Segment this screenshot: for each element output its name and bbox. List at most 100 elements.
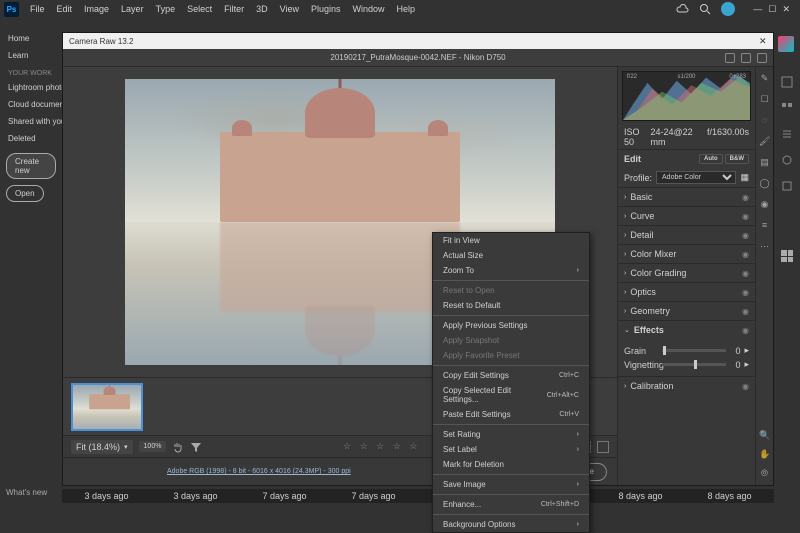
menu-layer[interactable]: Layer [116, 2, 149, 16]
menu-plugins[interactable]: Plugins [306, 2, 346, 16]
search-icon[interactable] [699, 3, 711, 15]
libraries-panel-icon[interactable] [781, 180, 793, 192]
file-info-link[interactable]: Adobe RGB (1998) - 8 bit - 6016 x 4016 (… [73, 468, 445, 475]
context-menu-item[interactable]: Paste Edit SettingsCtrl+V [433, 407, 589, 422]
menu-type[interactable]: Type [151, 2, 181, 16]
gradient-tool-icon[interactable]: ▤ [759, 157, 770, 168]
grain-slider[interactable]: Grain 0▸ [624, 345, 749, 356]
open-button[interactable]: Open [6, 185, 44, 202]
context-menu-item[interactable]: Set Rating› [433, 427, 589, 442]
context-menu-item[interactable]: Actual Size [433, 248, 589, 263]
section-effects[interactable]: ⌄Effects◉ [618, 320, 755, 339]
menu-file[interactable]: File [25, 2, 50, 16]
layers-grid-icon[interactable] [781, 250, 793, 262]
window-close-icon[interactable]: ✕ [782, 4, 790, 15]
section-color-grading[interactable]: ›Color Grading◉ [618, 263, 755, 282]
cloud-icon[interactable] [675, 4, 689, 14]
compare-icon[interactable] [725, 53, 735, 63]
timeline-date: 3 days ago [84, 491, 128, 501]
window-maximize-icon[interactable]: ☐ [768, 4, 776, 15]
section-detail[interactable]: ›Detail◉ [618, 225, 755, 244]
sidebar-item-home[interactable]: Home [6, 30, 56, 47]
sidebar-item-cloud[interactable]: Cloud documents [6, 96, 56, 113]
context-menu-item[interactable]: Background Options› [433, 517, 589, 532]
sampler-tool-icon[interactable]: ⦾ [759, 468, 770, 479]
brush-tool-icon[interactable]: 🖌 [759, 136, 770, 147]
context-menu-item[interactable]: Save Image› [433, 477, 589, 492]
crw-toolstrip: ✎ ☐ ◌ 🖌 ▤ ◯ ◉ ≡ ⋯ 🔍 ✋ ⦾ [755, 67, 773, 485]
context-menu-item[interactable]: Copy Selected Edit Settings...Ctrl+Alt+C [433, 383, 589, 407]
section-geometry[interactable]: ›Geometry◉ [618, 301, 755, 320]
context-menu-item[interactable]: Fit in View [433, 233, 589, 248]
section-curve[interactable]: ›Curve◉ [618, 206, 755, 225]
create-new-button[interactable]: Create new [6, 153, 56, 179]
more-tool-icon[interactable]: ⋯ [759, 241, 770, 252]
window-minimize-icon[interactable]: — [753, 4, 762, 15]
timeline-date: 8 days ago [618, 491, 662, 501]
preset-tool-icon[interactable]: ≡ [759, 220, 770, 231]
menu-select[interactable]: Select [182, 2, 217, 16]
crw-titlebar[interactable]: Camera Raw 13.2 ✕ [63, 33, 773, 49]
menu-help[interactable]: Help [392, 2, 421, 16]
radial-tool-icon[interactable]: ◯ [759, 178, 770, 189]
timeline-date: 3 days ago [173, 491, 217, 501]
right-dock [774, 18, 800, 485]
context-menu-item[interactable]: Zoom To› [433, 263, 589, 278]
sidebar-item-shared[interactable]: Shared with you [6, 113, 56, 130]
redeye-tool-icon[interactable]: ◉ [759, 199, 770, 210]
sidebar-section-label: YOUR WORK [6, 64, 56, 79]
zoom-100-button[interactable]: 100% [139, 441, 167, 452]
histogram[interactable]: f/22 s1/200 0±283 [622, 71, 751, 121]
edit-tool-icon[interactable]: ✎ [759, 73, 770, 84]
context-menu-item[interactable]: Apply Previous Settings [433, 318, 589, 333]
fullscreen-icon[interactable] [757, 53, 767, 63]
bw-button[interactable]: B&W [725, 154, 749, 164]
crw-close-icon[interactable]: ✕ [759, 37, 767, 45]
properties-panel-icon[interactable] [781, 128, 793, 140]
sidebar-item-learn[interactable]: Learn [6, 47, 56, 64]
vignette-slider[interactable]: Vignetting 0▸ [624, 359, 749, 370]
zoom-tool-icon[interactable]: 🔍 [759, 430, 770, 441]
color-panel-icon[interactable] [781, 76, 793, 88]
hand-tool-icon[interactable]: ✋ [759, 449, 770, 460]
sidebar-item-lightroom[interactable]: Lightroom photos [6, 79, 56, 96]
section-color-mixer[interactable]: ›Color Mixer◉ [618, 244, 755, 263]
menu-3d[interactable]: 3D [251, 2, 273, 16]
context-menu[interactable]: Fit in ViewActual SizeZoom To› Reset to O… [432, 232, 590, 533]
rating-stars[interactable]: ☆ ☆ ☆ ☆ ☆ [343, 441, 420, 452]
menu-filter[interactable]: Filter [219, 2, 249, 16]
section-calibration[interactable]: ›Calibration◉ [618, 376, 755, 395]
profile-browse-icon[interactable]: ▦ [740, 172, 749, 183]
menu-view[interactable]: View [275, 2, 304, 16]
context-menu-item[interactable]: Copy Edit SettingsCtrl+C [433, 368, 589, 383]
menu-image[interactable]: Image [79, 2, 114, 16]
whats-new-link[interactable]: What's new [6, 488, 47, 497]
filmstrip-thumbnail[interactable] [71, 383, 143, 431]
adjustments-panel-icon[interactable] [781, 154, 793, 166]
auto-button[interactable]: Auto [699, 154, 723, 164]
gear-icon[interactable] [741, 53, 751, 63]
filter-icon[interactable] [190, 441, 202, 453]
strip-view-icon[interactable] [597, 441, 609, 453]
swatch-preview-icon[interactable] [778, 36, 796, 62]
user-avatar-icon[interactable] [721, 2, 735, 16]
zoom-fit-dropdown[interactable]: Fit (18.4%) ▾ [71, 440, 133, 454]
context-menu-item: Apply Snapshot [433, 333, 589, 348]
sidebar-item-deleted[interactable]: Deleted [6, 130, 56, 147]
timeline-date: 8 days ago [707, 491, 751, 501]
hand-tool-icon[interactable] [172, 441, 184, 453]
crop-tool-icon[interactable]: ☐ [759, 94, 770, 105]
heal-tool-icon[interactable]: ◌ [759, 115, 770, 126]
swatches-panel-icon[interactable] [781, 102, 793, 114]
menu-window[interactable]: Window [348, 2, 390, 16]
context-menu-item[interactable]: Enhance...Ctrl+Shift+D [433, 497, 589, 512]
context-menu-item[interactable]: Mark for Deletion [433, 457, 589, 472]
menu-edit[interactable]: Edit [52, 2, 78, 16]
context-menu-item: Reset to Open [433, 283, 589, 298]
profile-dropdown[interactable]: Adobe Color [656, 171, 736, 184]
section-basic[interactable]: ›Basic◉ [618, 187, 755, 206]
camera-raw-window: Camera Raw 13.2 ✕ 20190217_PutraMosque-0… [62, 32, 774, 486]
context-menu-item[interactable]: Reset to Default [433, 298, 589, 313]
section-optics[interactable]: ›Optics◉ [618, 282, 755, 301]
context-menu-item[interactable]: Set Label› [433, 442, 589, 457]
